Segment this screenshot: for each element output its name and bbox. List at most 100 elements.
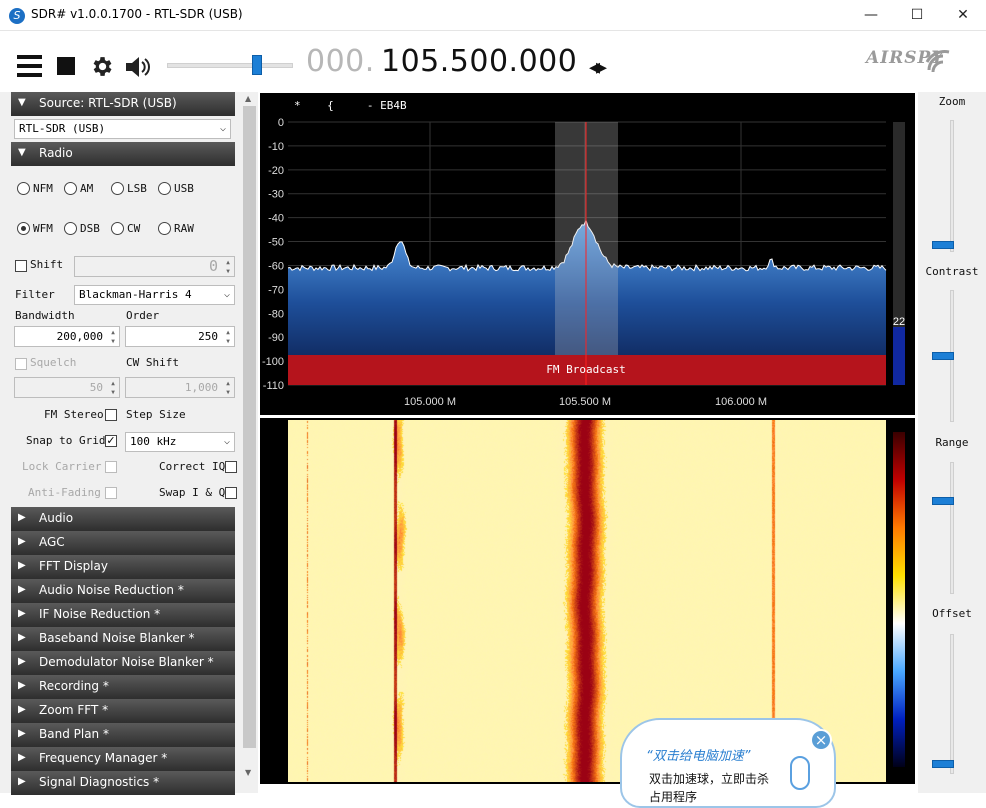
range-slider-thumb[interactable]	[932, 497, 954, 505]
spin-down-icon[interactable]: ▼	[223, 388, 233, 397]
minimize-button[interactable]: —	[848, 0, 894, 31]
mode-radio-raw[interactable]	[158, 222, 171, 235]
panel-header-3[interactable]: ▶ Audio Noise Reduction *	[11, 579, 235, 603]
zoom-slider-thumb[interactable]	[932, 241, 954, 249]
speaker-icon[interactable]	[124, 55, 152, 79]
mode-label-lsb: LSB	[127, 182, 147, 195]
chevron-down-icon: ⌵	[223, 436, 230, 447]
mode-label-am: AM	[80, 182, 94, 195]
y-tick-label: -90	[268, 332, 284, 344]
y-tick-label: -70	[268, 284, 284, 296]
fm-stereo-label: FM Stereo	[44, 408, 104, 421]
fm-stereo-checkbox[interactable]	[105, 409, 117, 421]
squelch-input[interactable]: 50 ▲ ▼	[14, 377, 120, 398]
y-tick-label: -20	[268, 165, 284, 177]
close-button[interactable]: ✕	[940, 0, 986, 31]
panel-header-2[interactable]: ▶ FFT Display	[11, 555, 235, 579]
expand-arrow-icon: ▶	[18, 728, 26, 739]
scroll-down-icon[interactable]: ▼	[245, 768, 251, 777]
panel-header-1[interactable]: ▶ AGC	[11, 531, 235, 555]
hamburger-icon[interactable]	[17, 55, 42, 77]
shift-value: 0	[208, 257, 218, 275]
spin-up-icon[interactable]: ▲	[108, 379, 118, 388]
shift-input[interactable]: 0 ▲ ▼	[74, 256, 235, 277]
gear-icon[interactable]	[89, 54, 114, 79]
scroll-up-icon[interactable]: ▲	[245, 94, 251, 103]
y-tick-label: -110	[263, 380, 284, 392]
volume-slider-thumb[interactable]	[251, 55, 262, 75]
device-select[interactable]: RTL-SDR (USB) ⌵	[14, 119, 231, 139]
panel-header-10[interactable]: ▶ Frequency Manager *	[11, 747, 235, 771]
spin-up-icon[interactable]: ▲	[223, 328, 233, 337]
radio-header[interactable]: ▼ Radio	[11, 142, 235, 166]
mode-radio-wfm[interactable]	[17, 222, 30, 235]
title-bar: S SDR# v1.0.0.1700 - RTL-SDR (USB) — ☐ ✕	[0, 0, 986, 31]
spin-up-icon[interactable]: ▲	[223, 379, 233, 388]
squelch-checkbox[interactable]	[15, 358, 27, 370]
panel-header-8[interactable]: ▶ Zoom FFT *	[11, 699, 235, 723]
frequency-prefix[interactable]: 000.	[306, 44, 375, 79]
lock-carrier-checkbox[interactable]	[105, 461, 117, 473]
spin-down-icon[interactable]: ▼	[223, 337, 233, 346]
spin-down-icon[interactable]: ▼	[108, 337, 118, 346]
left-scrollbar[interactable]: ▲ ▼	[241, 92, 258, 793]
frequency-step-arrows[interactable]: ◂▸	[589, 55, 607, 80]
mode-radio-nfm[interactable]	[17, 182, 30, 195]
order-input[interactable]: 250 ▲ ▼	[125, 326, 235, 347]
maximize-button[interactable]: ☐	[894, 0, 940, 31]
panel-header-11[interactable]: ▶ Signal Diagnostics *	[11, 771, 235, 795]
panel-header-0[interactable]: ▶ Audio	[11, 507, 235, 531]
spin-up-icon[interactable]: ▲	[223, 258, 233, 267]
offset-label: Offset	[932, 607, 972, 620]
range-slider[interactable]	[950, 462, 954, 594]
step-size-select[interactable]: 100 kHz ⌵	[125, 432, 235, 452]
shift-checkbox[interactable]	[15, 260, 27, 272]
scrollbar-thumb[interactable]	[243, 106, 256, 748]
panel-header-7[interactable]: ▶ Recording *	[11, 675, 235, 699]
bandwidth-input[interactable]: 200,000 ▲ ▼	[14, 326, 120, 347]
frequency-display[interactable]: 105.500.000	[381, 44, 577, 79]
mode-label-cw: CW	[127, 222, 141, 235]
step-size-label: Step Size	[126, 408, 186, 421]
filter-select[interactable]: Blackman-Harris 4 ⌵	[74, 285, 235, 305]
correct-iq-checkbox[interactable]	[225, 461, 237, 473]
mode-radio-lsb[interactable]	[111, 182, 124, 195]
zoom-slider[interactable]	[950, 120, 954, 252]
expand-arrow-icon: ▶	[18, 776, 26, 787]
step-size-value: 100 kHz	[130, 435, 177, 448]
spectrum-analyzer[interactable]: 0 -10 -20 -30 -40 -50 -60 -70 -80 -90 -100 -110 105.…	[260, 93, 915, 415]
panel-header-6[interactable]: ▶ Demodulator Noise Blanker *	[11, 651, 235, 675]
rds-text: * { - EB4B	[294, 99, 407, 112]
contrast-label: Contrast	[925, 265, 979, 278]
spin-up-icon[interactable]: ▲	[108, 328, 118, 337]
volume-slider[interactable]	[167, 55, 293, 75]
source-header[interactable]: ▼ Source: RTL-SDR (USB)	[11, 92, 235, 116]
swap-iq-label: Swap I & Q	[159, 486, 226, 499]
mode-radio-am[interactable]	[64, 182, 77, 195]
mode-radio-cw[interactable]	[111, 222, 124, 235]
panel-header-9[interactable]: ▶ Band Plan *	[11, 723, 235, 747]
y-tick-label: -60	[268, 260, 284, 272]
swap-iq-checkbox[interactable]	[225, 487, 237, 499]
panel-header-4[interactable]: ▶ IF Noise Reduction *	[11, 603, 235, 627]
offset-slider-thumb[interactable]	[932, 760, 954, 768]
contrast-slider-thumb[interactable]	[932, 352, 954, 360]
lock-carrier-label: Lock Carrier	[22, 460, 102, 473]
snap-to-grid-checkbox[interactable]: ✓	[105, 435, 117, 447]
cw-shift-input[interactable]: 1,000 ▲ ▼	[125, 377, 235, 398]
mode-radio-usb[interactable]	[158, 182, 171, 195]
mode-label-nfm: NFM	[33, 182, 53, 195]
waterfall-color-bar	[893, 432, 905, 767]
anti-fading-checkbox[interactable]	[105, 487, 117, 499]
panel-header-label: Demodulator Noise Blanker *	[39, 655, 214, 669]
snap-to-grid-label: Snap to Grid	[26, 434, 106, 447]
spin-down-icon[interactable]: ▼	[223, 267, 233, 276]
accelerator-popup[interactable]: “双击给电脑加速” 双击加速球，立即击杀 占用程序	[620, 718, 836, 808]
mode-radio-dsb[interactable]	[64, 222, 77, 235]
popup-close-icon[interactable]: ×	[810, 729, 832, 751]
panel-header-5[interactable]: ▶ Baseband Noise Blanker *	[11, 627, 235, 651]
spin-down-icon[interactable]: ▼	[108, 388, 118, 397]
offset-slider[interactable]	[950, 634, 954, 774]
stop-icon[interactable]	[57, 57, 75, 75]
expand-arrow-icon: ▶	[18, 704, 26, 715]
